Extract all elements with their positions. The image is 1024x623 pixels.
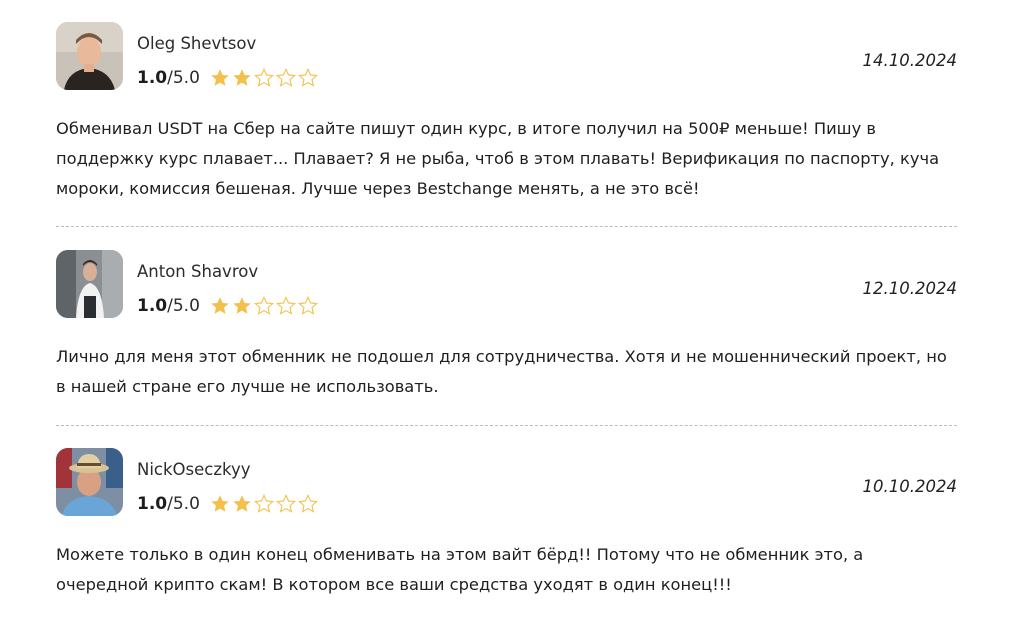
star-empty-icon [275,67,296,87]
rating-value: 1.0 [137,296,168,316]
divider [56,226,957,227]
divider [56,425,957,426]
review-date: 10.10.2024 [862,477,957,496]
rating-max: /5.0 [167,494,200,514]
review-item: Anton Shavrov 1.0 /5.0 12.10.2024 Лично … [56,250,957,410]
rating-max: /5.0 [167,296,200,316]
star-filled-icon [233,69,251,86]
star-filled-icon [211,297,229,314]
review-date: 14.10.2024 [862,51,957,70]
author-name: Oleg Shevtsov [137,34,257,53]
star-empty-icon [253,295,274,315]
star-empty-icon [297,493,318,513]
user-photo-icon [56,250,123,318]
star-empty-icon [297,67,318,87]
rating-value: 1.0 [137,494,168,514]
avatar[interactable] [56,448,123,516]
review-date: 12.10.2024 [862,279,957,298]
review-text: Можете только в один конец обменивать на… [56,545,864,594]
author-name: Anton Shavrov [137,262,259,281]
star-empty-icon [275,295,296,315]
star-filled-icon [233,297,251,314]
avatar[interactable] [56,22,123,90]
author-name: NickOseczkyy [137,460,251,479]
star-empty-icon [253,493,274,513]
rating: 1.0 /5.0 [137,493,319,515]
review-item: NickOseczkyy 1.0 /5.0 10.10.2024 Можете … [56,448,957,608]
star-rating [209,67,319,89]
user-photo-icon [56,448,123,516]
rating-value: 1.0 [137,68,168,88]
rating: 1.0 /5.0 [137,67,319,89]
star-filled-icon [211,69,229,86]
star-rating [209,493,319,515]
star-filled-icon [233,495,251,512]
star-empty-icon [297,295,318,315]
star-empty-icon [253,67,274,87]
review-text: Лично для меня этот обменник не подошел … [56,347,947,396]
star-rating [209,295,319,317]
avatar[interactable] [56,250,123,318]
review-item: Oleg Shevtsov 1.0 /5.0 14.10.2024 Обмени… [56,22,957,212]
star-empty-icon [275,493,296,513]
star-filled-icon [211,495,229,512]
review-text: Обменивал USDT на Сбер на сайте пишут од… [56,119,940,198]
rating-max: /5.0 [167,68,200,88]
user-photo-icon [56,22,123,90]
rating: 1.0 /5.0 [137,295,319,317]
